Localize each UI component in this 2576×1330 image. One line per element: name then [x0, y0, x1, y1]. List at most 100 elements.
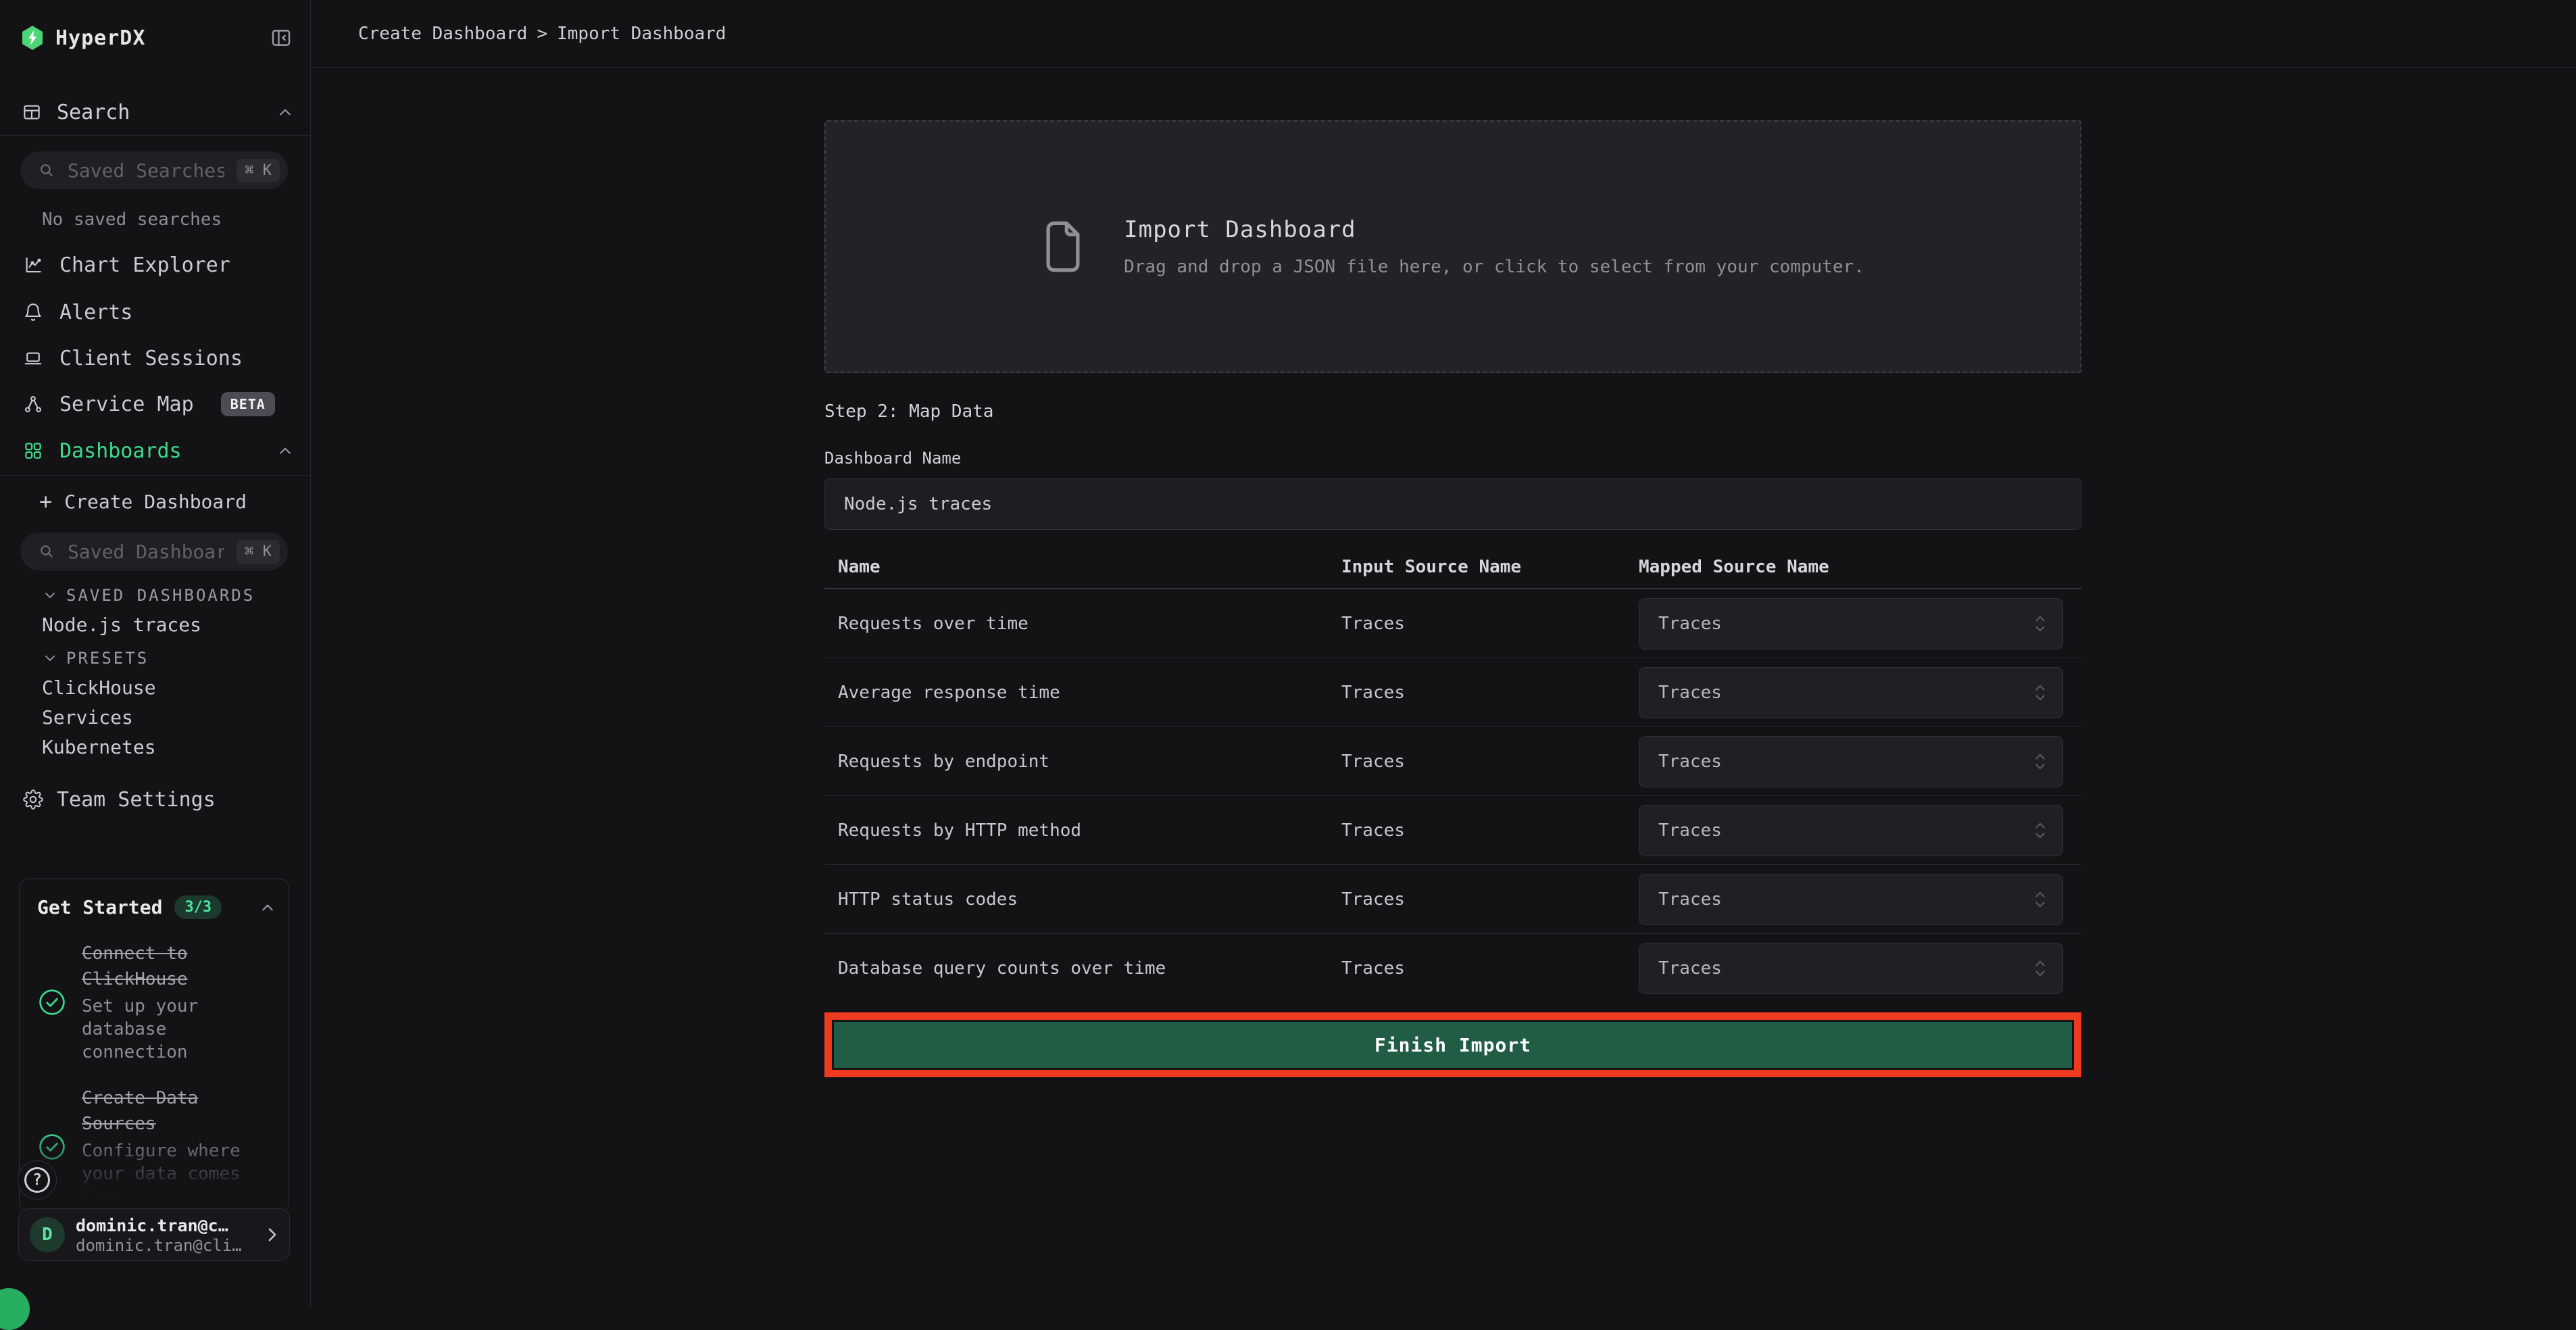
table-layout-icon [22, 102, 42, 122]
help-button[interactable]: ? [18, 1160, 57, 1200]
get-started-item-connect[interactable]: Connect to ClickHouse Set up your databa… [37, 941, 274, 1064]
step-label: Step 2: Map Data [824, 401, 2081, 422]
get-started-title: Get Started [37, 896, 162, 918]
select-value: Traces [1658, 614, 1722, 634]
chevron-up-icon[interactable] [262, 904, 274, 912]
sidebar-section-search[interactable]: Search [22, 97, 291, 127]
table-row: Average response time Traces Traces [824, 658, 2081, 727]
saved-dashboards-input[interactable]: Saved Dashboards ⌘ K [20, 533, 288, 570]
select-chevrons-icon [2034, 614, 2046, 634]
search-section-label: Search [57, 101, 130, 124]
input-source-cell: Traces [1341, 614, 1639, 634]
input-source-cell: Traces [1341, 752, 1639, 772]
sidebar-item-label: Service Map [59, 393, 194, 416]
beta-badge: BETA [221, 392, 275, 416]
mapped-source-select[interactable]: Traces [1639, 874, 2063, 925]
saved-dashboards-placeholder: Saved Dashboards [68, 541, 224, 563]
team-settings-label: Team Settings [57, 788, 216, 812]
select-value: Traces [1658, 958, 1722, 979]
breadcrumb-parent[interactable]: Create Dashboard [358, 24, 527, 44]
sidebar-collapse-icon[interactable] [270, 26, 293, 49]
mapped-source-select[interactable]: Traces [1639, 667, 2063, 718]
sidebar-item-service-map[interactable]: Service Map BETA [23, 389, 291, 420]
chat-bubble-peek[interactable] [0, 1288, 30, 1330]
json-dropzone[interactable]: Import Dashboard Drag and drop a JSON fi… [824, 120, 2081, 373]
user-name: dominic.tran@c… [76, 1215, 242, 1236]
chart-line-icon [23, 255, 43, 275]
divider [0, 135, 310, 136]
table-header-row: Name Input Source Name Mapped Source Nam… [824, 546, 2081, 589]
dashboard-name-label: Dashboard Name [824, 449, 2081, 468]
user-email: dominic.tran@cli… [76, 1236, 242, 1255]
group-title: SAVED DASHBOARDS [66, 586, 255, 605]
get-started-item-desc: Configure where your data comes from [82, 1139, 252, 1208]
plus-icon: + [39, 489, 52, 514]
breadcrumb-separator: > [537, 24, 547, 44]
sidebar-item-label: Dashboards [59, 439, 182, 463]
topbar: Create Dashboard > Import Dashboard [311, 0, 2576, 68]
preset-list-item[interactable]: ClickHouse [42, 674, 156, 700]
hyperdx-logo-icon [20, 24, 45, 51]
table-row: Database query counts over time Traces T… [824, 934, 2081, 1003]
select-chevrons-icon [2034, 958, 2046, 979]
mapped-source-select[interactable]: Traces [1639, 943, 2063, 994]
gear-icon [23, 789, 43, 810]
chevron-down-icon [45, 655, 55, 662]
chart-name-cell: Requests over time [838, 614, 1341, 634]
sidebar-item-label: Client Sessions [59, 347, 243, 370]
user-account-button[interactable]: D dominic.tran@c… dominic.tran@cli… [18, 1208, 290, 1261]
table-row: Requests by endpoint Traces Traces [824, 727, 2081, 796]
dropzone-title: Import Dashboard [1124, 216, 1864, 243]
get-started-card: Get Started 3/3 Connect to ClickHouse Se… [19, 879, 289, 1212]
create-dashboard-label: Create Dashboard [64, 491, 247, 513]
get-started-item-sources[interactable]: Create Data Sources Configure where your… [37, 1085, 274, 1208]
chart-name-cell: Average response time [838, 683, 1341, 703]
get-started-item-title: Connect to ClickHouse [82, 941, 252, 992]
dashboard-name-input[interactable]: Node.js traces [824, 478, 2081, 530]
shortcut-badge: ⌘ K [237, 540, 280, 564]
table-row: HTTP status codes Traces Traces [824, 865, 2081, 934]
question-mark-icon: ? [24, 1167, 50, 1193]
select-value: Traces [1658, 820, 1722, 841]
get-started-item-title: Create Data Sources [82, 1085, 252, 1137]
sidebar-item-client-sessions[interactable]: Client Sessions [23, 343, 291, 374]
chevron-up-icon [279, 108, 291, 116]
select-chevrons-icon [2034, 752, 2046, 772]
saved-searches-input[interactable]: Saved Searches ⌘ K [20, 151, 288, 189]
search-icon [38, 543, 55, 560]
select-chevrons-icon [2034, 889, 2046, 910]
table-row: Requests by HTTP method Traces Traces [824, 796, 2081, 865]
sidebar-item-team-settings[interactable]: Team Settings [23, 784, 291, 815]
finish-import-button[interactable]: Finish Import [834, 1022, 2072, 1068]
dashboard-list-item[interactable]: Node.js traces [42, 612, 201, 637]
user-identity: dominic.tran@c… dominic.tran@cli… [76, 1215, 242, 1255]
progress-badge: 3/3 [174, 895, 222, 919]
bell-icon [23, 302, 43, 322]
group-saved-dashboards[interactable]: SAVED DASHBOARDS [45, 583, 255, 608]
mapped-source-select[interactable]: Traces [1639, 598, 2063, 649]
group-presets[interactable]: PRESETS [45, 645, 149, 671]
create-dashboard-button[interactable]: + Create Dashboard [39, 488, 247, 515]
get-started-header[interactable]: Get Started 3/3 [37, 895, 274, 919]
file-icon [1041, 220, 1085, 274]
import-dashboard-page: Import Dashboard Drag and drop a JSON fi… [824, 68, 2081, 1077]
get-started-item-text: Create Data Sources Configure where your… [82, 1085, 252, 1208]
breadcrumb-current: Import Dashboard [557, 24, 726, 44]
select-value: Traces [1658, 889, 1722, 910]
check-circle-icon [37, 987, 67, 1017]
chevron-down-icon [45, 592, 55, 599]
get-started-item-text: Connect to ClickHouse Set up your databa… [82, 941, 252, 1064]
preset-list-item[interactable]: Kubernetes [42, 734, 156, 760]
preset-list-item[interactable]: Services [42, 704, 133, 730]
select-value: Traces [1658, 752, 1722, 772]
mapped-source-select[interactable]: Traces [1639, 805, 2063, 856]
mapped-source-select[interactable]: Traces [1639, 736, 2063, 787]
input-source-cell: Traces [1341, 958, 1639, 979]
table-row: Requests over time Traces Traces [824, 589, 2081, 658]
input-source-cell: Traces [1341, 820, 1639, 841]
sidebar-item-chart-explorer[interactable]: Chart Explorer [23, 249, 291, 280]
chart-name-cell: Requests by HTTP method [838, 820, 1341, 841]
sidebar-item-dashboards[interactable]: Dashboards [23, 435, 291, 466]
column-header-name: Name [838, 557, 1341, 577]
sidebar-item-alerts[interactable]: Alerts [23, 297, 291, 328]
